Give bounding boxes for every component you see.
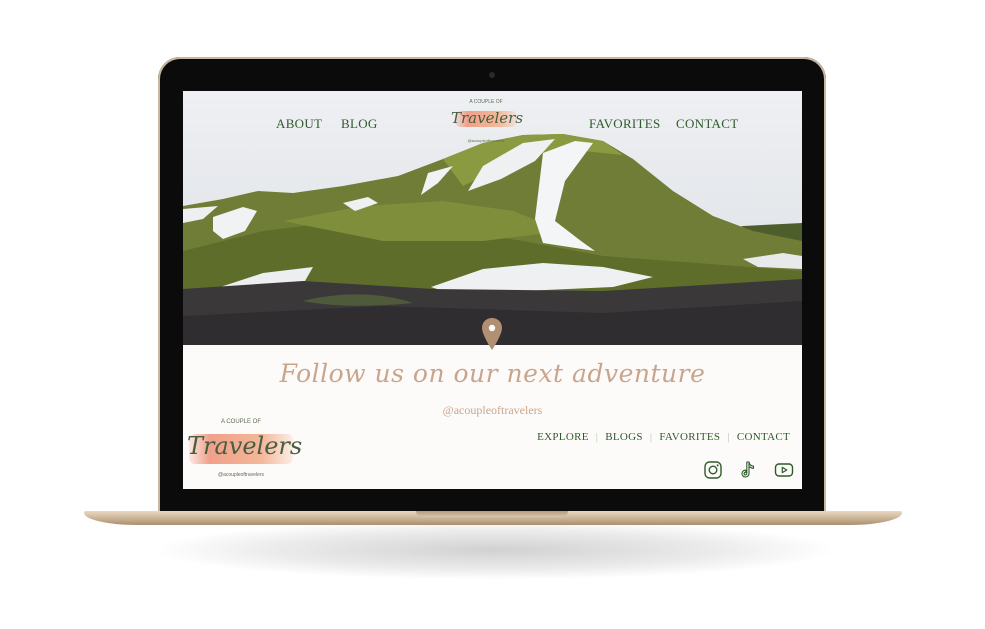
footer-nav-favorites[interactable]: FAVORITES	[659, 431, 720, 443]
logo-handle: @acoupleoftravelers	[467, 138, 505, 143]
footer-logo[interactable]: A COUPLE OF Travelers @acoupleoftraveler…	[187, 417, 303, 481]
footer-nav-divider: |	[595, 431, 599, 443]
footer-nav-divider: |	[727, 431, 730, 443]
footer-logo-handle: @acoupleoftravelers	[218, 472, 264, 478]
logo-prefix: A COUPLE OF	[469, 99, 503, 105]
nav-blog[interactable]: BLOG	[341, 116, 378, 132]
logo-wordmark: Travelers	[451, 109, 524, 127]
hero-image: ABOUT BLOG FAVORITES CONTACT A COUPLE OF…	[183, 91, 802, 345]
footer-logo-wordmark: Travelers	[187, 432, 303, 460]
footer-nav-explore[interactable]: EXPLORE	[537, 431, 589, 443]
youtube-icon[interactable]	[774, 460, 794, 480]
website-screen: ABOUT BLOG FAVORITES CONTACT A COUPLE OF…	[183, 91, 802, 489]
footer-nav-blogs[interactable]: BLOGS	[605, 431, 643, 443]
laptop-shadow	[150, 520, 840, 580]
footer-nav: EXPLORE | BLOGS | FAVORITES | CONTACT	[537, 431, 790, 443]
footer-logo-prefix: A COUPLE OF	[220, 419, 261, 425]
location-pin-icon	[482, 318, 502, 350]
nav-contact[interactable]: CONTACT	[676, 116, 738, 132]
instagram-icon[interactable]	[703, 460, 723, 480]
footer-nav-contact[interactable]: CONTACT	[737, 431, 790, 443]
footer-nav-divider: |	[649, 431, 653, 443]
nav-about[interactable]: ABOUT	[276, 116, 322, 132]
header-logo[interactable]: A COUPLE OF Travelers @acoupleoftraveler…	[451, 98, 524, 148]
laptop-notch	[416, 511, 568, 517]
follow-headline: Follow us on our next adventure	[279, 359, 706, 388]
webcam	[489, 72, 495, 78]
instagram-handle[interactable]: @acoupleoftravelers	[183, 403, 802, 418]
tiktok-icon[interactable]	[738, 460, 758, 480]
nav-favorites[interactable]: FAVORITES	[589, 116, 661, 132]
